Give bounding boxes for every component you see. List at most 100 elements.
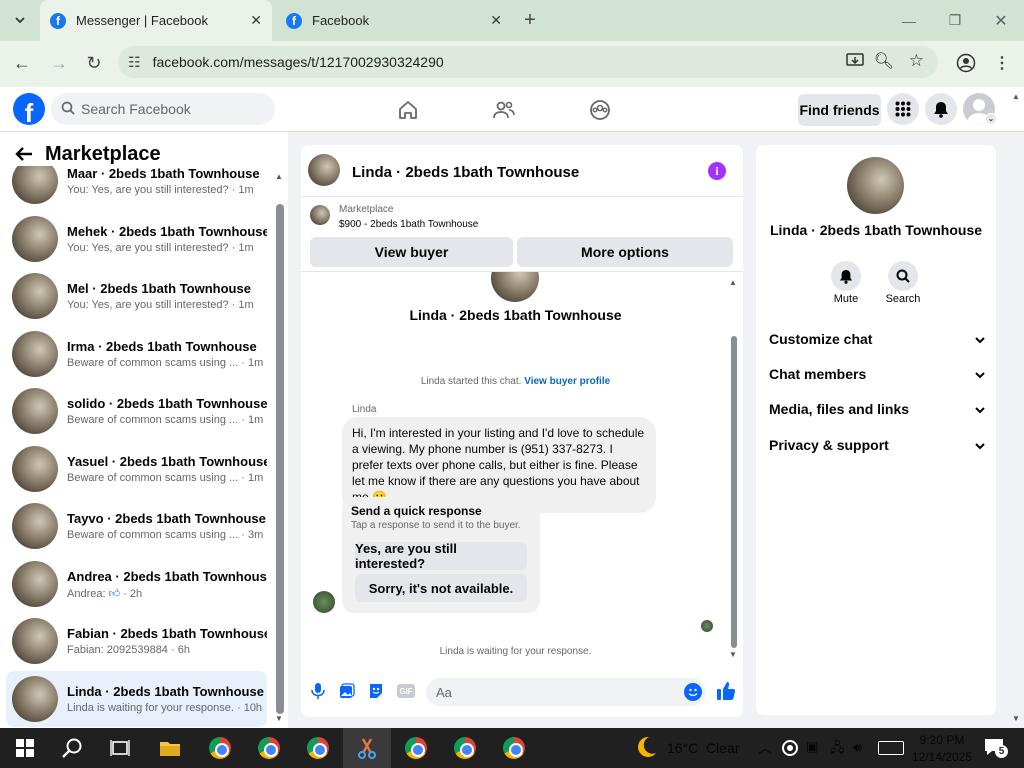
message-input[interactable]: Aa	[426, 678, 706, 706]
customize-chat-row[interactable]: Customize chat	[769, 331, 985, 347]
section-label: Media, files and links	[769, 401, 910, 417]
install-app-icon[interactable]	[846, 53, 864, 72]
view-buyer-profile-link[interactable]: View buyer profile	[524, 376, 610, 387]
media-files-links-row[interactable]: Media, files and links	[769, 401, 985, 417]
profile-icon[interactable]	[952, 49, 980, 77]
tab-messenger[interactable]: f Messenger | Facebook ✕	[40, 0, 272, 41]
conversation-item[interactable]: Maar · 2beds 1bath Townhouse You: Yes, ar…	[6, 166, 267, 209]
bookmark-star-icon[interactable]: ☆	[909, 51, 924, 71]
conversation-preview: You: Yes, are you still interested? · 1m	[67, 184, 254, 196]
thread-scrollbar[interactable]: ▲ ▼	[729, 278, 739, 662]
emoji-icon[interactable]	[684, 683, 702, 701]
notifications-bell-icon[interactable]	[925, 93, 957, 125]
gif-icon[interactable]: GIF	[397, 684, 415, 698]
zoom-icon[interactable]: 🔍︎	[874, 51, 894, 71]
conversation-item[interactable]: Mehek · 2beds 1bath Townhouse You: Yes, a…	[6, 211, 267, 267]
conversation-item[interactable]: Mel · 2beds 1bath Townhouse You: Yes, are…	[6, 268, 267, 324]
volume-icon[interactable]: 🔊︎	[853, 739, 862, 756]
account-avatar[interactable]: ⌄	[963, 93, 997, 127]
forward-arrow-icon[interactable]: →	[45, 49, 73, 77]
conversation-item[interactable]: Yasuel · 2beds 1bath Townhouse Beware of …	[6, 441, 267, 497]
close-tab-icon[interactable]: ✕	[490, 12, 502, 29]
weather-text[interactable]: 16°C Clear	[667, 740, 740, 756]
chrome-profile-icon[interactable]	[499, 734, 529, 762]
chrome-profile-icon[interactable]	[450, 734, 480, 762]
more-options-button[interactable]: More options	[517, 237, 733, 267]
conversation-preview: Andrea:	[67, 587, 109, 600]
scroll-up-arrow-icon[interactable]: ▲	[729, 278, 737, 287]
browser-menu-icon[interactable]: ⋮	[988, 49, 1016, 77]
chrome-profile-icon[interactable]	[205, 734, 235, 762]
notification-center-icon[interactable]: 5	[984, 738, 1008, 758]
chrome-profile-icon[interactable]	[303, 734, 333, 762]
snipping-tool-icon[interactable]	[352, 734, 382, 762]
info-icon[interactable]: i	[708, 162, 726, 180]
sender-name: Linda	[352, 404, 377, 415]
find-friends-button[interactable]: Find friends	[798, 94, 881, 126]
conversation-item[interactable]: Andrea · 2beds 1bath Townhouse Andrea: 👍︎…	[6, 556, 267, 612]
chrome-profile-icon[interactable]	[254, 734, 284, 762]
chat-members-row[interactable]: Chat members	[769, 366, 985, 382]
new-tab-plus-icon[interactable]: +	[516, 6, 544, 34]
view-buyer-button[interactable]: View buyer	[310, 237, 513, 267]
camera-icon[interactable]: ▣	[806, 739, 818, 755]
reload-icon[interactable]: ↻	[80, 49, 108, 77]
sticker-icon[interactable]	[368, 682, 384, 700]
chrome-profile-icon[interactable]	[401, 734, 431, 762]
windows-start-icon[interactable]	[10, 734, 40, 762]
back-arrow-icon[interactable]: ←	[8, 49, 36, 77]
window-close-icon[interactable]: ✕	[978, 0, 1024, 41]
photo-icon[interactable]	[339, 683, 355, 699]
like-thumbs-up-icon[interactable]	[716, 681, 736, 701]
network-icon[interactable]: 🖧︎	[830, 739, 845, 761]
search-in-chat-button[interactable]	[888, 261, 918, 291]
quick-response-not-available-button[interactable]: Sorry, it's not available.	[355, 574, 527, 602]
friends-icon[interactable]	[490, 96, 518, 124]
menu-grid-icon[interactable]	[887, 93, 919, 125]
close-tab-icon[interactable]: ✕	[250, 12, 262, 29]
page-scroll-down-arrow-icon[interactable]: ▼	[1012, 714, 1020, 723]
conversation-item[interactable]: Irma · 2beds 1bath Townhouse Beware of co…	[6, 326, 267, 382]
tab-search-chevron-icon[interactable]	[6, 6, 34, 34]
meet-now-icon[interactable]	[782, 740, 798, 756]
chat-header-title[interactable]: Linda · 2beds 1bath Townhouse	[352, 164, 579, 181]
site-info-icon[interactable]: ☷	[128, 54, 141, 71]
scrollbar-thumb[interactable]	[731, 336, 737, 648]
conversation-preview: Beware of common scams using ...	[67, 357, 239, 369]
clock-date[interactable]: 12/14/2025	[912, 750, 972, 764]
conversation-list-scrollbar[interactable]: ▲ ▼	[275, 172, 285, 724]
scroll-down-arrow-icon[interactable]: ▼	[729, 650, 737, 659]
listing-price-title[interactable]: $900 - 2beds 1bath Townhouse	[339, 219, 478, 230]
minimize-icon[interactable]: —	[886, 0, 932, 41]
file-explorer-icon[interactable]	[155, 734, 185, 762]
taskbar-search-icon[interactable]	[57, 734, 87, 762]
conversation-item[interactable]: Fabian · 2beds 1bath Townhouse Fabian: 20…	[6, 613, 267, 669]
section-label: Privacy & support	[769, 437, 889, 453]
scrollbar-thumb[interactable]	[276, 204, 284, 714]
show-hidden-icons-chevron-icon[interactable]: ︿	[758, 738, 772, 758]
address-bar[interactable]: ☷ facebook.com/messages/t/12170029303242…	[118, 46, 938, 78]
weather-moon-icon[interactable]	[634, 735, 660, 761]
home-icon[interactable]	[394, 96, 422, 124]
microphone-icon[interactable]	[310, 682, 326, 700]
conversation-item[interactable]: Tayvo · 2beds 1bath Townhouse Beware of c…	[6, 498, 267, 554]
keyboard-icon[interactable]	[878, 741, 904, 755]
conversation-item[interactable]: solido · 2beds 1bath Townhouse Beware of …	[6, 383, 267, 439]
facebook-logo-icon[interactable]: f	[13, 93, 45, 125]
conversation-title: Andrea · 2beds 1bath Townhouse	[67, 568, 267, 584]
task-view-icon[interactable]	[105, 734, 135, 762]
groups-icon[interactable]	[586, 96, 614, 124]
scroll-up-arrow-icon[interactable]: ▲	[275, 172, 283, 181]
page-scroll-up-arrow-icon[interactable]: ▲	[1012, 92, 1020, 101]
scroll-down-arrow-icon[interactable]: ▼	[275, 714, 283, 723]
chat-avatar[interactable]	[308, 154, 340, 186]
mute-button[interactable]	[831, 261, 861, 291]
facebook-search-input[interactable]: Search Facebook	[51, 93, 275, 125]
clock-time[interactable]: 9:20 PM	[914, 733, 970, 747]
conversation-item-selected[interactable]: Linda · 2beds 1bath Townhouse Linda is wa…	[6, 671, 267, 727]
privacy-support-row[interactable]: Privacy & support	[769, 437, 985, 453]
quick-response-still-interested-button[interactable]: Yes, are you still interested?	[355, 541, 527, 571]
restore-icon[interactable]: ❐	[932, 0, 978, 41]
tab-facebook[interactable]: f Facebook ✕	[276, 0, 512, 41]
details-avatar[interactable]	[847, 157, 904, 214]
